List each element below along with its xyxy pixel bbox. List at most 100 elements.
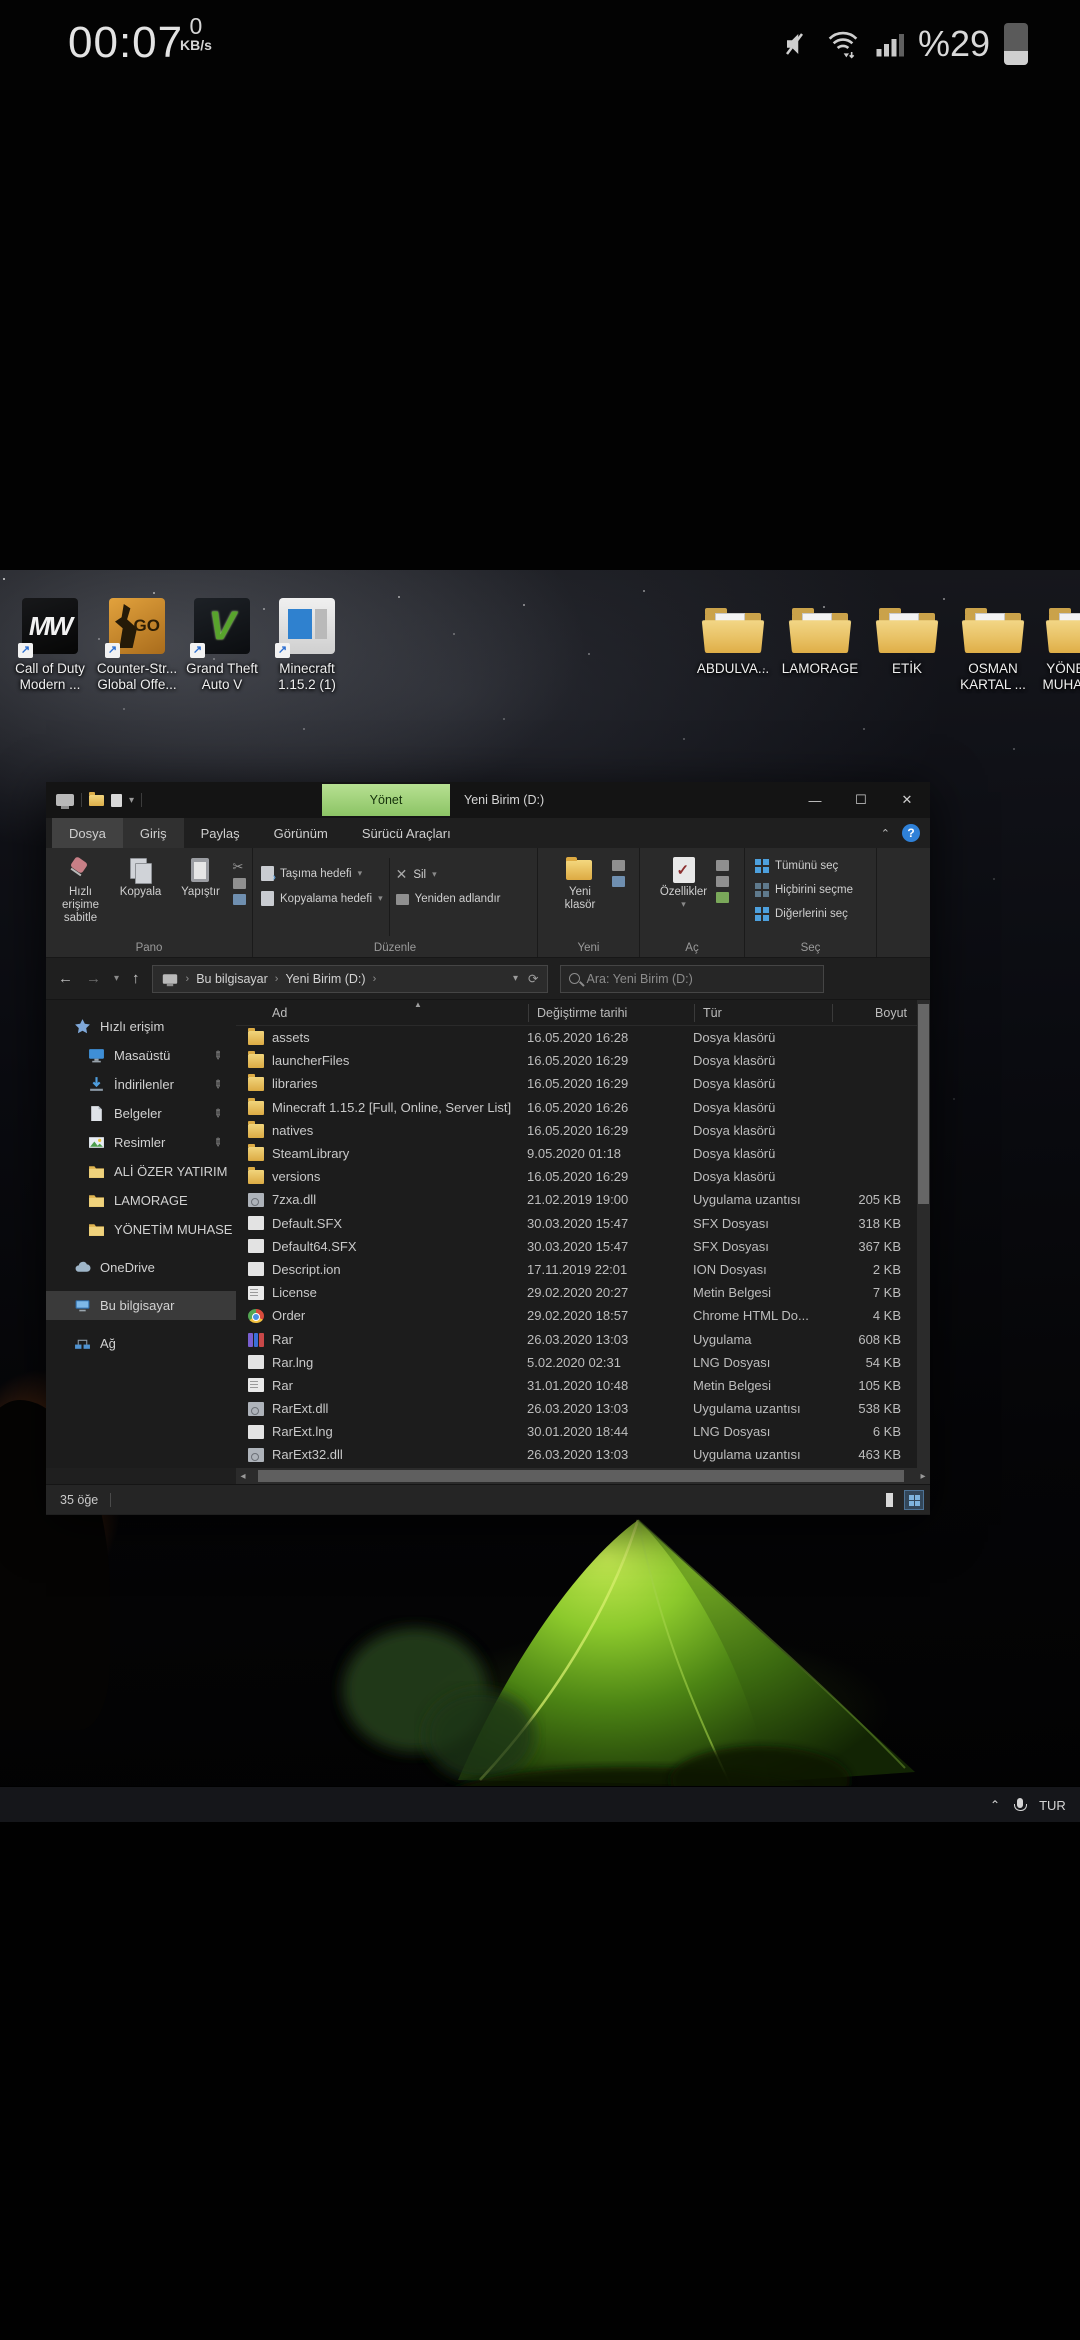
breadcrumb-root[interactable]: Bu bilgisayar <box>196 972 268 986</box>
table-row[interactable]: Descript.ion 17.11.2019 22:01 ION Dosyas… <box>236 1258 917 1281</box>
column-header-boyut[interactable]: Boyut <box>833 1004 917 1022</box>
table-row[interactable]: Default64.SFX 30.03.2020 15:47 SFX Dosya… <box>236 1235 917 1258</box>
desktop-shortcut[interactable]: MW ↗ Call of Duty Modern ... <box>6 596 94 693</box>
file-size: 7 KB <box>872 1285 901 1301</box>
microphone-tray-icon[interactable] <box>1014 1797 1028 1813</box>
sidebar-item-belgeler[interactable]: Belgeler ✎ <box>46 1099 236 1128</box>
document-icon <box>88 1105 105 1122</box>
paste-shortcut-icon[interactable] <box>232 894 246 905</box>
desktop-folder[interactable]: LAMORAGE <box>776 596 864 677</box>
copy-path-icon[interactable] <box>232 878 246 889</box>
delete-button[interactable]: ✕ Sil ▾ <box>396 866 501 883</box>
history-icon[interactable] <box>715 892 729 903</box>
column-header-ad[interactable]: Ad <box>236 1003 529 1022</box>
cut-icon[interactable]: ✂ <box>233 860 246 873</box>
table-row[interactable]: Rar 26.03.2020 13:03 Uygulama 608 KB <box>236 1327 917 1350</box>
easy-access-icon[interactable] <box>612 876 625 887</box>
tab-giris[interactable]: Giriş <box>122 818 184 848</box>
group-label-duzenle: Düzenle <box>373 942 417 954</box>
scroll-right-icon[interactable]: ▸ <box>916 1471 930 1482</box>
language-indicator[interactable]: TUR <box>1039 1798 1066 1813</box>
column-header-tur[interactable]: Tür <box>695 1003 833 1022</box>
minimize-button[interactable]: — <box>792 782 838 818</box>
maximize-button[interactable]: ☐ <box>838 782 884 818</box>
forward-icon[interactable]: → <box>86 970 101 987</box>
table-row[interactable]: Rar.lng 5.02.2020 02:31 LNG Dosyası 54 K… <box>236 1351 917 1374</box>
up-icon[interactable]: ↑ <box>132 970 140 987</box>
new-item-icon[interactable] <box>612 860 625 871</box>
invert-selection-button[interactable]: Diğerlerini seç <box>755 902 876 926</box>
sidebar-item-resimler[interactable]: Resimler ✎ <box>46 1128 236 1157</box>
show-hidden-icons-icon[interactable]: ⌃ <box>990 1798 1000 1812</box>
properties-icon <box>672 857 695 883</box>
copy-to-button[interactable]: Kopyalama hedefi ▾ <box>261 891 383 906</box>
sidebar-item-bu-bilgisayar[interactable]: Bu bilgisayar <box>46 1291 236 1320</box>
desktop-shortcut[interactable]: V ↗ Grand Theft Auto V <box>178 596 266 693</box>
table-row[interactable]: assets 16.05.2020 16:28 Dosya klasörü <box>236 1026 917 1049</box>
desktop-folder[interactable]: YÖNETİMMUHASE... <box>1033 596 1080 693</box>
icons-view-button[interactable] <box>904 1490 924 1510</box>
open-icon[interactable] <box>715 860 729 871</box>
select-none-button[interactable]: Hiçbirini seçme <box>755 878 876 902</box>
breadcrumb-current[interactable]: Yeni Birim (D:) <box>285 972 365 986</box>
horizontal-scrollbar[interactable]: ◂ ▸ <box>236 1468 930 1484</box>
vertical-scrollbar-thumb[interactable] <box>918 1004 929 1204</box>
scroll-left-icon[interactable]: ◂ <box>236 1471 250 1482</box>
select-all-button[interactable]: Tümünü seç <box>755 854 876 878</box>
table-row[interactable]: 7zxa.dll 21.02.2019 19:00 Uygulama uzant… <box>236 1188 917 1211</box>
tab-dosya[interactable]: Dosya <box>52 818 123 848</box>
table-row[interactable]: RarExt.dll 26.03.2020 13:03 Uygulama uza… <box>236 1397 917 1420</box>
table-row[interactable]: Minecraft 1.15.2 [Full, Online, Server L… <box>236 1096 917 1119</box>
delete-icon: ✕ <box>395 866 408 882</box>
vertical-scrollbar[interactable] <box>917 1000 930 1468</box>
help-icon[interactable]: ? <box>902 824 920 842</box>
sidebar-item-y-neti-m-muhase[interactable]: YÖNETİM MUHASE <box>46 1215 236 1244</box>
table-row[interactable]: RarExt32.dll 26.03.2020 13:03 Uygulama u… <box>236 1443 917 1466</box>
address-dropdown-icon[interactable]: ▾ <box>513 973 518 984</box>
table-row[interactable]: launcherFiles 16.05.2020 16:29 Dosya kla… <box>236 1049 917 1072</box>
desktop-shortcut[interactable]: GO ↗ Counter-Str... Global Offe... <box>93 596 181 693</box>
file-size: 2 KB <box>872 1261 901 1277</box>
edit-icon[interactable] <box>715 876 729 887</box>
sidebar-item-ali-zer-yatirim[interactable]: ALİ ÖZER YATIRIM <box>46 1157 236 1186</box>
refresh-icon[interactable]: ⟳ <box>528 971 538 986</box>
recent-locations-icon[interactable]: ▾ <box>114 973 119 984</box>
back-icon[interactable]: ← <box>58 970 73 987</box>
table-row[interactable]: Rar 31.01.2020 10:48 Metin Belgesi 105 K… <box>236 1374 917 1397</box>
close-button[interactable]: ✕ <box>884 782 930 818</box>
details-view-button[interactable] <box>880 1491 898 1509</box>
properties-toolbar-icon[interactable] <box>111 793 122 807</box>
table-row[interactable]: SteamLibrary 9.05.2020 01:18 Dosya klasö… <box>236 1142 917 1165</box>
file-type: ION Dosyası <box>693 1261 767 1277</box>
table-row[interactable]: Default.SFX 30.03.2020 15:47 SFX Dosyası… <box>236 1212 917 1235</box>
table-row[interactable]: natives 16.05.2020 16:29 Dosya klasörü <box>236 1119 917 1142</box>
manage-contextual-tab[interactable]: Yönet <box>322 784 450 816</box>
table-row[interactable]: Order 29.02.2020 18:57 Chrome HTML Do...… <box>236 1304 917 1327</box>
sidebar-item-onedrive[interactable]: OneDrive <box>46 1253 236 1282</box>
sidebar-item-i-ndirilenler[interactable]: İndirilenler ✎ <box>46 1070 236 1099</box>
folder-toolbar-icon[interactable] <box>89 791 104 806</box>
desktop-folder[interactable]: OSMAN KARTAL ... <box>949 596 1037 693</box>
collapse-ribbon-icon[interactable]: ⌃ <box>881 827 890 840</box>
sidebar-item-lamorage[interactable]: LAMORAGE <box>46 1186 236 1215</box>
sidebar-item-h-zl-eri-im[interactable]: Hızlı erişim <box>46 1012 236 1041</box>
search-box[interactable]: Ara: Yeni Birim (D:) <box>559 964 824 993</box>
rename-button[interactable]: Yeniden adlandır <box>395 893 501 905</box>
horizontal-scrollbar-thumb[interactable] <box>258 1470 904 1482</box>
desktop-folder[interactable]: ETİK <box>863 596 951 677</box>
column-header-tarih[interactable]: Değiştirme tarihi <box>529 1003 695 1022</box>
desktop-folder[interactable]: ABDULVA... <box>689 596 777 677</box>
table-row[interactable]: License 29.02.2020 20:27 Metin Belgesi 7… <box>236 1281 917 1304</box>
sidebar-item-a-[interactable]: Ağ <box>46 1329 236 1358</box>
table-row[interactable]: RarExt.lng 30.01.2020 18:44 LNG Dosyası … <box>236 1420 917 1443</box>
tab-gorunum[interactable]: Görünüm <box>257 818 345 848</box>
tab-surucu-araclari[interactable]: Sürücü Araçları <box>345 818 468 848</box>
table-row[interactable]: libraries 16.05.2020 16:29 Dosya klasörü <box>236 1072 917 1095</box>
tab-paylas[interactable]: Paylaş <box>184 818 257 848</box>
breadcrumb[interactable]: › Bu bilgisayar › Yeni Birim (D:) › ▾ ⟳ <box>151 964 548 993</box>
desktop-shortcut[interactable]: ↗ Minecraft 1.15.2 (1) <box>263 596 351 693</box>
toolbar-dropdown-icon[interactable]: ▾ <box>129 795 134 806</box>
sidebar-item-masa-st-[interactable]: Masaüstü ✎ <box>46 1041 236 1070</box>
move-to-button[interactable]: Taşıma hedefi ▾ <box>261 866 383 883</box>
table-row[interactable]: versions 16.05.2020 16:29 Dosya klasörü <box>236 1165 917 1188</box>
